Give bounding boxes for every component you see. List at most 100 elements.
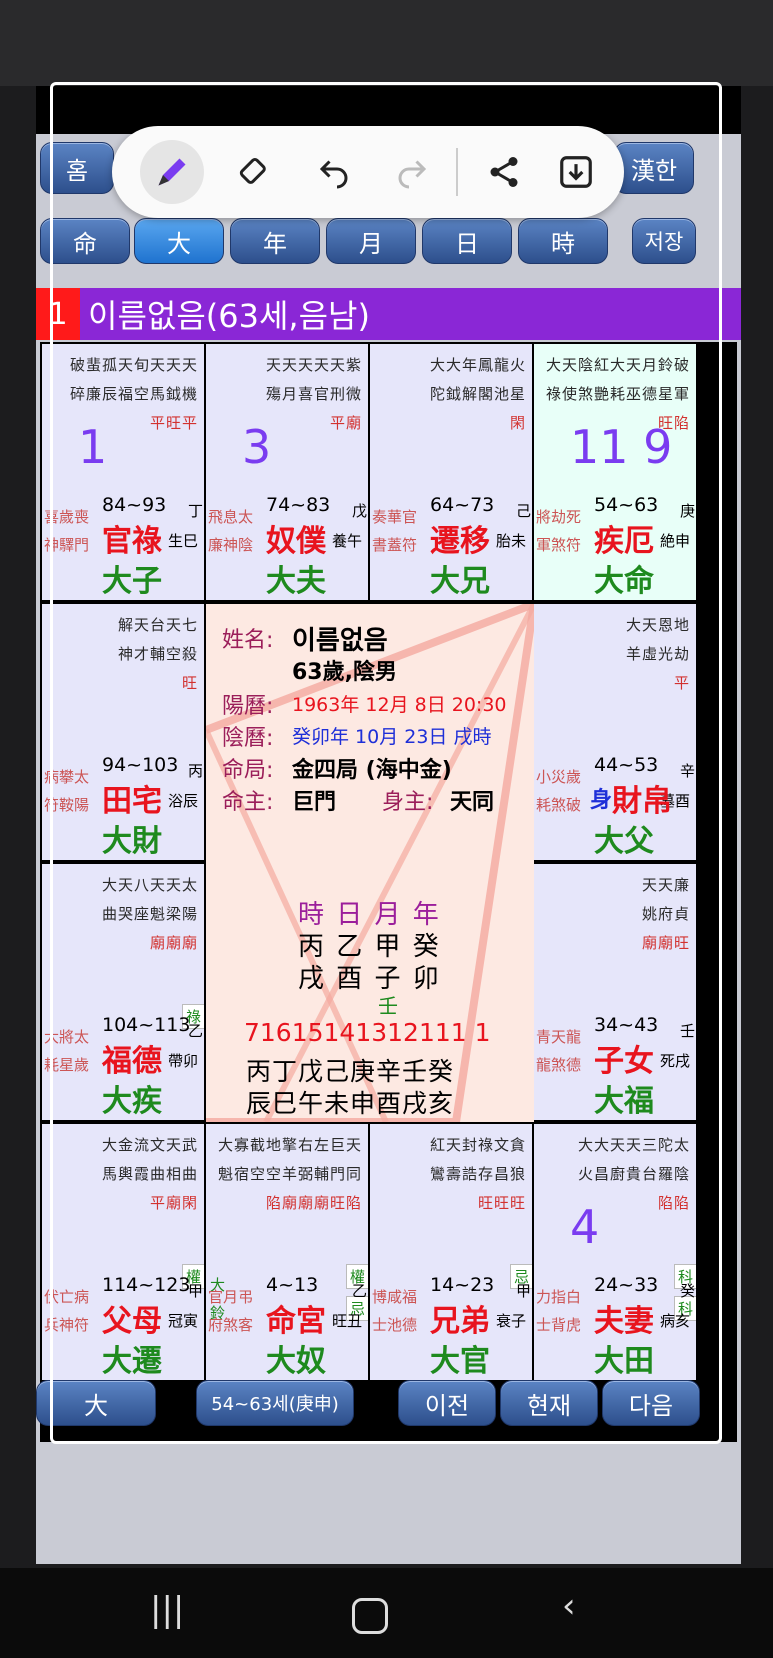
chart-title: 이름없음(63세,음남) bbox=[88, 297, 370, 335]
ganzhi-stem: 甲 bbox=[188, 1282, 204, 1300]
palace-cell-guanlu[interactable]: 破蜚孤天旬天天天 碎廉辰福空馬鉞機 平旺平 喜歲喪 神驛門 84~93 丁生巳 官祿 大子 1 bbox=[42, 344, 204, 600]
tab-ming[interactable]: 命 bbox=[40, 218, 130, 264]
side-stars-2: 符鞍陽 bbox=[44, 796, 90, 814]
star-row: 祿使煞艷耗巫德星軍 bbox=[545, 385, 690, 403]
side-stars-1: 伏亡病 bbox=[44, 1288, 90, 1306]
decade-palace: 大奴 bbox=[266, 1344, 326, 1379]
palace-cell-zinu[interactable]: 天天廉 姚府貞 廟廟旺 青天龍 龍煞德 34~43 壬死戌 子女 大福 bbox=[534, 864, 696, 1120]
share-icon[interactable] bbox=[472, 140, 536, 204]
side-stars-1: 將劫死 bbox=[536, 508, 582, 526]
system-nav-bar: ||| ‹ bbox=[0, 1568, 773, 1658]
toolbar-divider bbox=[456, 148, 458, 196]
home-icon[interactable] bbox=[352, 1598, 388, 1634]
back-icon[interactable]: ‹ bbox=[562, 1586, 576, 1626]
edit-toolbar bbox=[112, 126, 624, 218]
ganzhi-branch: 旺丑 bbox=[332, 1312, 363, 1330]
side-stars-1: 官月弔 bbox=[208, 1288, 254, 1306]
ganzhi-stem: 乙 bbox=[352, 1282, 368, 1300]
handwritten-note: 3 bbox=[242, 420, 272, 474]
age-range: 54~63 bbox=[594, 494, 659, 516]
star-row: 天天天天天紫 bbox=[265, 356, 362, 374]
star-row: 平廟閑 bbox=[149, 1194, 198, 1212]
master-label: 命主: bbox=[222, 790, 274, 815]
master-value: 巨門 bbox=[292, 790, 337, 815]
handwritten-note: 1 bbox=[78, 420, 108, 474]
ganzhi-stem: 己 bbox=[516, 502, 532, 520]
star-row: 平旺平 bbox=[149, 414, 198, 432]
palace-cell-caibo[interactable]: 大天恩地 羊虛光劫平小災歲 耗煞破 44~53 辛墓酉身財帛 大父 bbox=[534, 604, 696, 860]
side-stars-2: 耗煞破 bbox=[536, 796, 582, 814]
star-row: 殤月喜官刑微 bbox=[265, 385, 362, 403]
side-stars-2: 士背虎 bbox=[536, 1316, 582, 1334]
mode-button[interactable]: 大 bbox=[36, 1380, 156, 1426]
chart-grid: 破蜚孤天旬天天天 碎廉辰福空馬鉞機 平旺平 喜歲喪 神驛門 84~93 丁生巳 官祿 大子 1 天… bbox=[40, 342, 737, 1442]
ganzhi-branch: 死戌 bbox=[660, 1052, 691, 1070]
decade-palace: 大兄 bbox=[430, 564, 490, 599]
ganzhi-stem: 庚 bbox=[680, 502, 696, 520]
palace-cell-tianzhai[interactable]: 解天台天七 神才輔空殺旺病攀太 符鞍陽 94~103 丙浴辰 田宅 大財 bbox=[42, 604, 204, 860]
age-range: 94~103 bbox=[102, 754, 179, 776]
side-stars-2: 士池德 bbox=[372, 1316, 418, 1334]
save-icon[interactable] bbox=[544, 140, 608, 204]
name-label: 姓名: bbox=[222, 628, 274, 653]
age-range: 64~73 bbox=[430, 494, 495, 516]
age-range: 14~23 bbox=[430, 1274, 495, 1296]
pen-icon[interactable] bbox=[140, 140, 204, 204]
period-button[interactable]: 54~63세(庚申) bbox=[196, 1380, 354, 1426]
palace-cell-fumu[interactable]: 大金流文天武 馬輿霞曲相曲 平廟閑權伏亡病 兵神符 114~123 甲冠寅 父母 大遷 bbox=[42, 1124, 204, 1380]
palace-cell-xiongdi[interactable]: 紅天封祿文貪 鸞壽誥存昌狼 旺旺旺忌博咸福 士池德 14~23 甲衰子 兄弟 大官 bbox=[370, 1124, 532, 1380]
eraser-icon[interactable] bbox=[224, 140, 288, 204]
palace-name: 奴僕 bbox=[266, 524, 326, 559]
side-stars-1: 博咸福 bbox=[372, 1288, 418, 1306]
star-row: 鸞壽誥存昌狼 bbox=[429, 1165, 526, 1183]
star-row: 大金流文天武 bbox=[101, 1136, 198, 1154]
bureau-value: 金四局 (海中金) bbox=[292, 758, 452, 783]
palace-name: 父母 bbox=[102, 1304, 162, 1339]
star-row: 大大天天三陀太 bbox=[577, 1136, 690, 1154]
tab-ri[interactable]: 日 bbox=[422, 218, 512, 264]
redo-icon[interactable] bbox=[380, 140, 444, 204]
save-button[interactable]: 저장 bbox=[632, 218, 696, 264]
ganzhi-stem: 丙 bbox=[188, 762, 204, 780]
body-marker: 身 bbox=[590, 788, 613, 813]
tab-da[interactable]: 大 bbox=[134, 218, 224, 264]
ganzhi-branch: 生巳 bbox=[168, 532, 199, 550]
side-stars-1: 飛息太 bbox=[208, 508, 254, 526]
star-row: 羊虛光劫 bbox=[625, 645, 690, 663]
ganzhi-stem: 戊 bbox=[352, 502, 368, 520]
decade-palace: 大夫 bbox=[266, 564, 326, 599]
next-button[interactable]: 다음 bbox=[602, 1380, 700, 1426]
pillar-branches: 戌 酉 子 卯 bbox=[298, 964, 441, 994]
star-row: 廟廟旺 bbox=[641, 934, 690, 952]
palace-name: 子女 bbox=[594, 1044, 654, 1079]
lunar-label: 陰曆: bbox=[222, 726, 274, 751]
undo-icon[interactable] bbox=[302, 140, 366, 204]
daeun-ages: 71615141312111 1 bbox=[244, 1018, 491, 1047]
prev-button[interactable]: 이전 bbox=[398, 1380, 496, 1426]
person-name: 이름없음 bbox=[292, 626, 388, 656]
recent-apps-icon[interactable]: ||| bbox=[150, 1590, 184, 1630]
palace-name: 財帛 bbox=[612, 784, 672, 819]
body-label: 身主: bbox=[382, 790, 434, 815]
ganzhi-stem: 癸 bbox=[680, 1282, 696, 1300]
ganzhi-stem: 乙 bbox=[188, 1022, 204, 1040]
star-row: 閑 bbox=[509, 414, 526, 432]
palace-cell-minggong[interactable]: 大寡截地擎右左巨天 魁宿空空羊弼輔門同 陷廟廟廟旺陷權忌大鈴官月弔 府煞客 4~13 乙旺… bbox=[206, 1124, 368, 1380]
tab-shi[interactable]: 時 bbox=[518, 218, 608, 264]
current-button[interactable]: 현재 bbox=[500, 1380, 598, 1426]
star-row: 陀鉞解閣池星 bbox=[429, 385, 526, 403]
tab-yue[interactable]: 月 bbox=[326, 218, 416, 264]
home-button[interactable]: 홈 bbox=[40, 142, 114, 194]
tab-nian[interactable]: 年 bbox=[230, 218, 320, 264]
ganzhi-branch: 衰子 bbox=[496, 1312, 527, 1330]
app-window: 홈 漢한 命 大 年 月 日 時 저장 1 이름없음(63세,음남) 破蜚孤天旬… bbox=[36, 86, 741, 1564]
palace-cell-jie[interactable]: 大天陰紅大天月鈴破 祿使煞艷耗巫德星軍 旺陷 將劫死 軍煞符 54~63 庚絶申 疾厄 大命 11… bbox=[534, 344, 696, 600]
decade-palace: 大遷 bbox=[102, 1344, 162, 1379]
palace-cell-nupu[interactable]: 天天天天天紫 殤月喜官刑微 平廟 飛息太 廉神陰 74~83 戊養午 奴僕 大夫 3 bbox=[206, 344, 368, 600]
palace-cell-fude[interactable]: 大天八天天太 曲哭座魁梁陽 廟廟廟祿大將太 耗星歲 104~113 乙帶卯 福德 大疾 bbox=[42, 864, 204, 1120]
age-range: 114~123 bbox=[102, 1274, 191, 1296]
palace-cell-qianyi[interactable]: 大大年鳳龍火 陀鉞解閣池星閑奏華官 書蓋符 64~73 己胎未 遷移 大兄 bbox=[370, 344, 532, 600]
palace-cell-fuqi[interactable]: 大大天天三陀太 火昌廚貴台羅陰 陷陷科科力指白 士背虎 24~33 癸病亥 夫妻 大田 4 bbox=[534, 1124, 696, 1380]
hanja-toggle-button[interactable]: 漢한 bbox=[614, 142, 694, 194]
star-row: 大天恩地 bbox=[625, 616, 690, 634]
